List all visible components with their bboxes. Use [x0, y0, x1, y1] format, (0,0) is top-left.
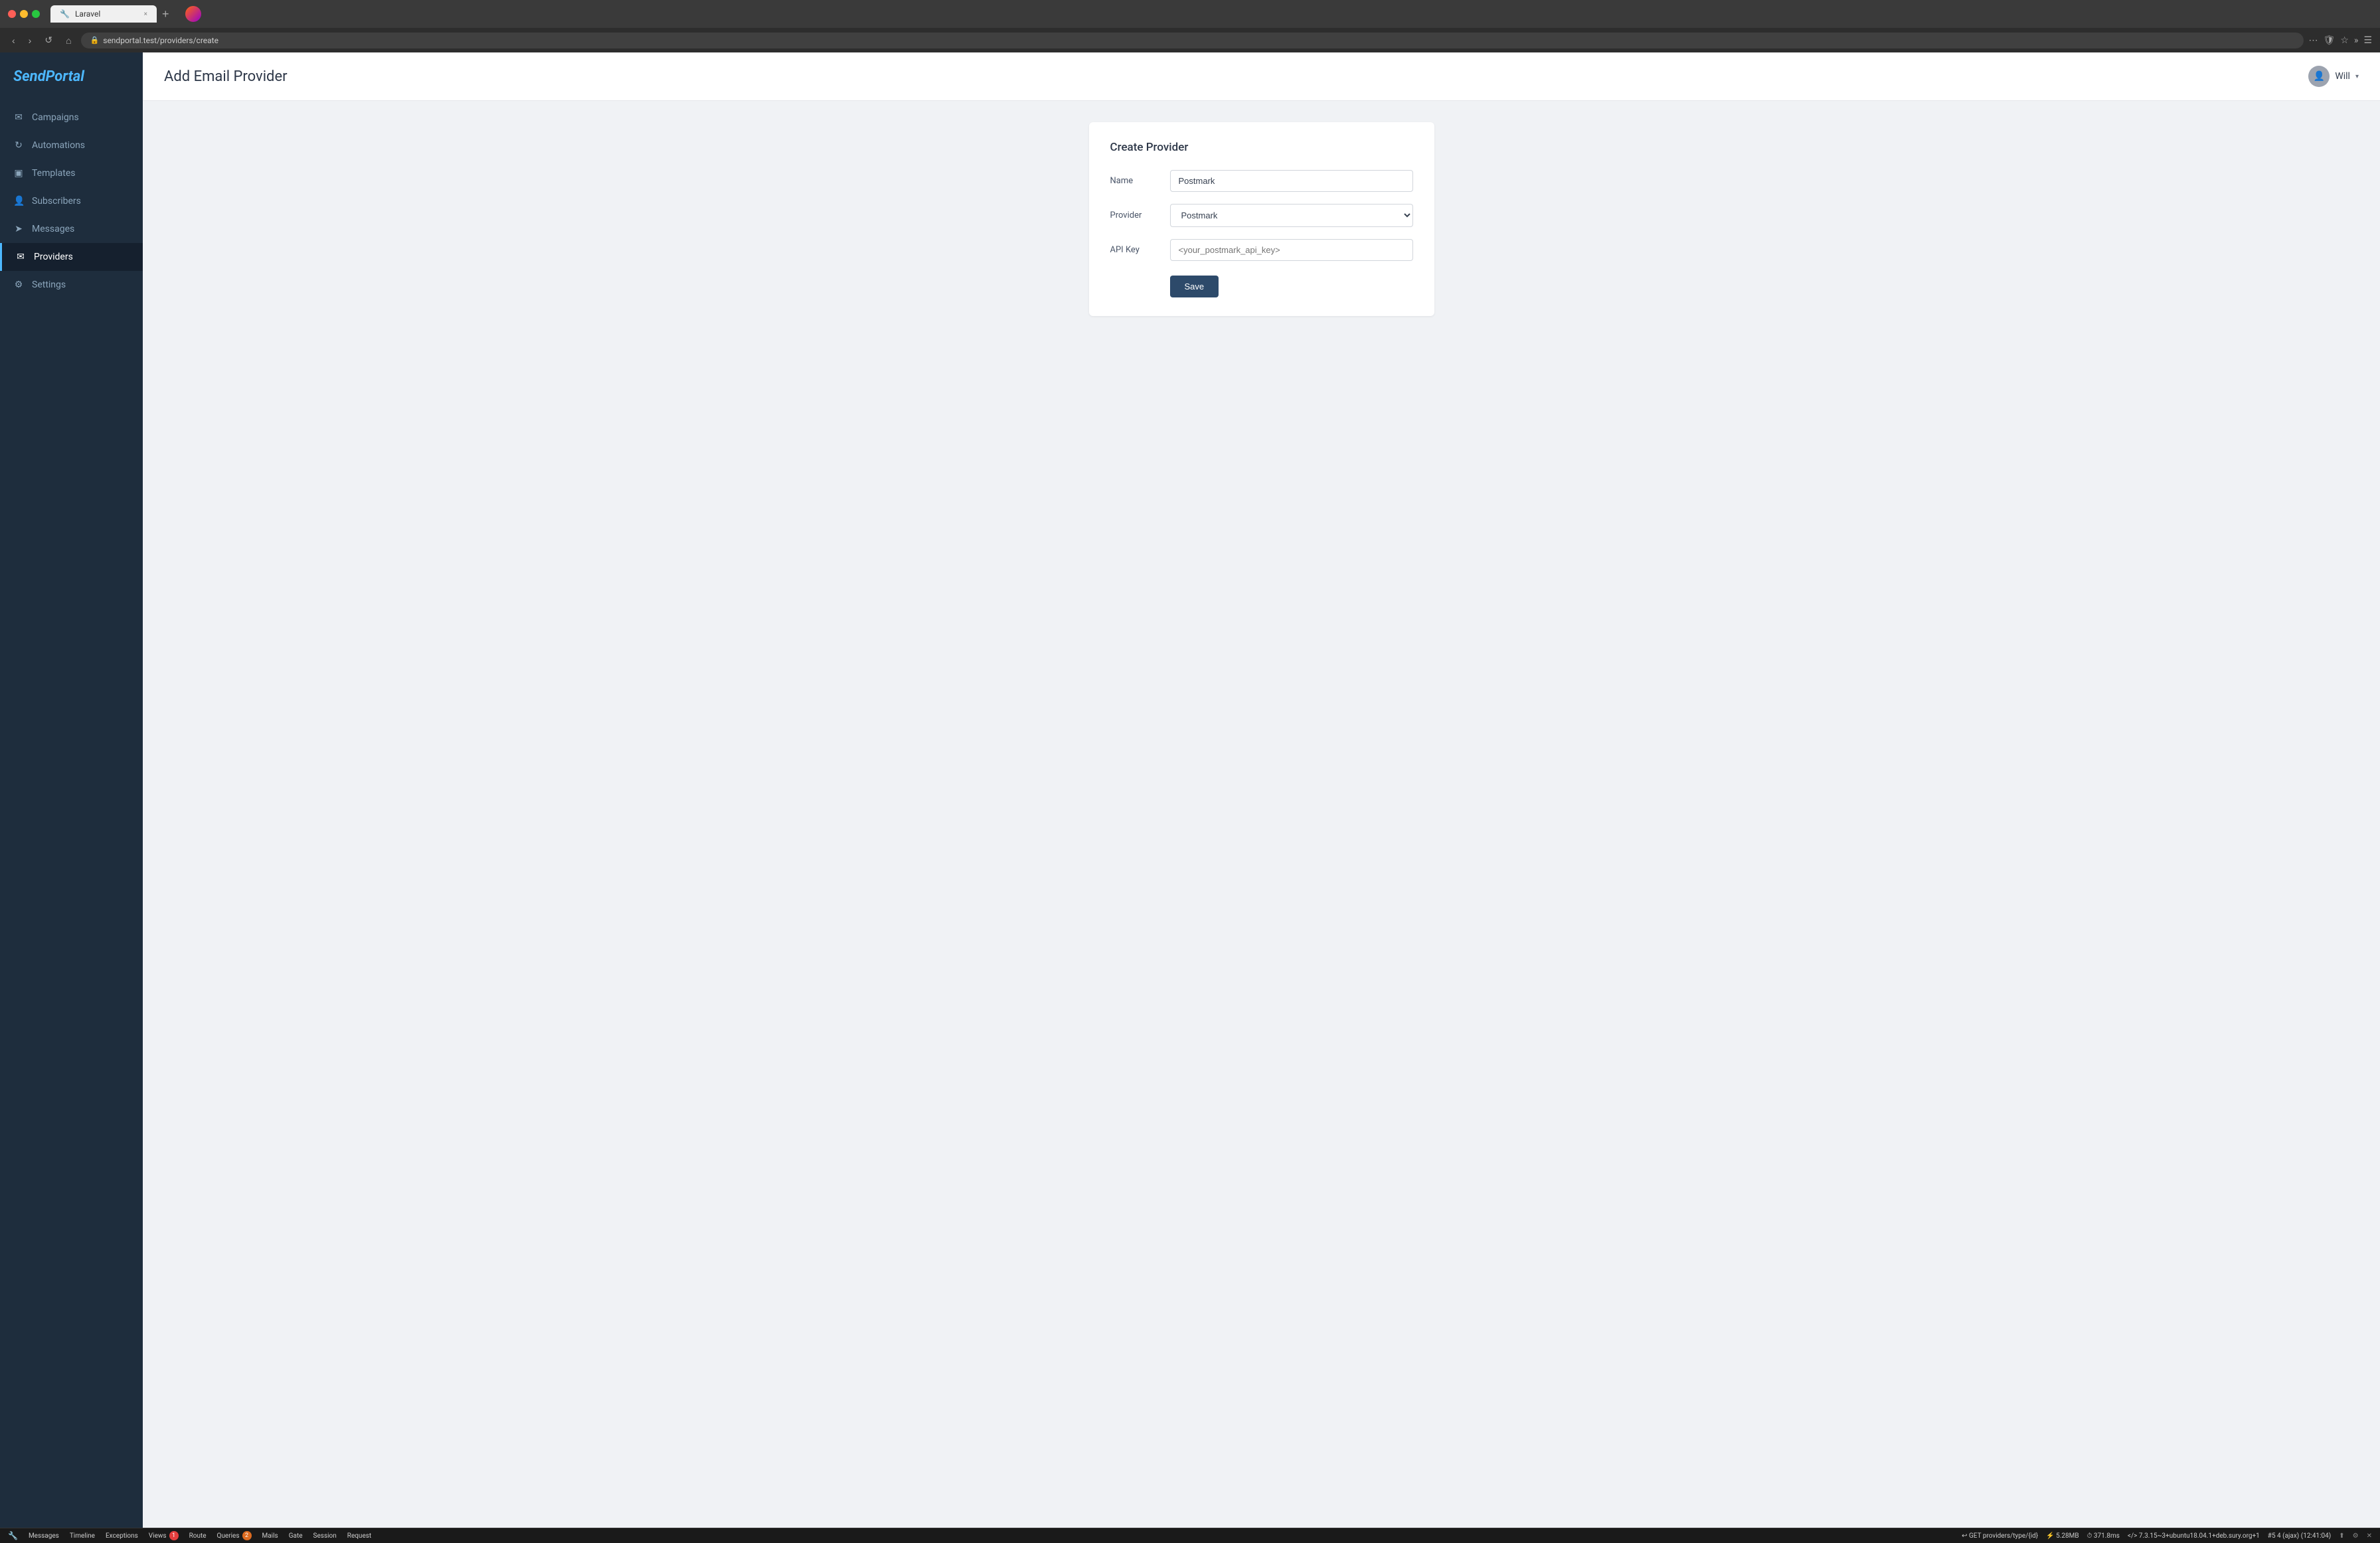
sidebar: SendPortal ✉ Campaigns ↻ Automations ▣ T…: [0, 52, 143, 1528]
app-container: SendPortal ✉ Campaigns ↻ Automations ▣ T…: [0, 52, 2380, 1528]
more-tools-icon[interactable]: ⋯: [2309, 35, 2318, 46]
extensions-icon[interactable]: »: [2354, 35, 2359, 46]
title-bar: 🔧 Laravel × +: [0, 0, 2380, 28]
name-input[interactable]: [1170, 170, 1413, 192]
logo-text: SendPortal: [13, 68, 84, 85]
sidebar-item-automations[interactable]: ↻ Automations: [0, 131, 143, 159]
debug-request[interactable]: Request: [347, 1532, 371, 1540]
sidebar-item-label: Templates: [32, 168, 76, 179]
username: Will: [2335, 71, 2350, 82]
subscribers-icon: 👤: [13, 196, 24, 206]
apikey-field-group: API Key: [1110, 239, 1413, 261]
url-display: sendportal.test/providers/create: [103, 36, 218, 45]
messages-icon: ➤: [13, 224, 24, 234]
forward-button[interactable]: ›: [25, 33, 36, 48]
apikey-label: API Key: [1110, 245, 1170, 255]
card-title: Create Provider: [1110, 141, 1413, 154]
sidebar-item-label: Providers: [34, 252, 73, 262]
sidebar-item-label: Automations: [32, 140, 85, 151]
debug-views[interactable]: Views 1: [149, 1531, 179, 1540]
tab-close-button[interactable]: ×: [144, 11, 147, 18]
debug-exceptions[interactable]: Exceptions: [106, 1532, 138, 1540]
logo: SendPortal: [0, 52, 143, 104]
browser-toolbar-icons: ⋯ 🛡 ☆ » ☰: [2309, 35, 2372, 46]
save-button-row: Save: [1110, 273, 1413, 297]
automations-icon: ↻: [13, 140, 24, 151]
save-button[interactable]: Save: [1170, 276, 1219, 297]
close-button[interactable]: [8, 10, 16, 18]
debug-expand-icon[interactable]: ⬆: [2339, 1532, 2344, 1540]
campaigns-icon: ✉: [13, 112, 24, 123]
new-tab-button[interactable]: +: [157, 7, 175, 21]
tab-favicon: 🔧: [60, 9, 70, 19]
providers-icon: ✉: [15, 252, 26, 262]
home-button[interactable]: ⌂: [62, 33, 75, 48]
sidebar-item-messages[interactable]: ➤ Messages: [0, 215, 143, 243]
debug-route[interactable]: Route: [189, 1532, 207, 1540]
debug-memory: ⚡ 5.28MB: [2046, 1532, 2079, 1540]
address-bar: ‹ › ↺ ⌂ 🔒 sendportal.test/providers/crea…: [0, 28, 2380, 52]
provider-field-group: Provider Postmark Mailgun SES Sendgrid: [1110, 204, 1413, 227]
minimize-button[interactable]: [20, 10, 28, 18]
traffic-lights: [8, 10, 40, 18]
main-header: Add Email Provider 👤 Will ▾: [143, 52, 2380, 101]
sidebar-item-label: Messages: [32, 224, 74, 234]
avatar: 👤: [2308, 66, 2330, 87]
tab-title: Laravel: [75, 9, 100, 19]
debug-bar: 🔧 Messages Timeline Exceptions Views 1 R…: [0, 1528, 2380, 1543]
sidebar-item-providers[interactable]: ✉ Providers: [0, 243, 143, 271]
provider-label: Provider: [1110, 210, 1170, 220]
browser-chrome: 🔧 Laravel × + ‹ › ↺ ⌂ 🔒 sendportal.test/…: [0, 0, 2380, 52]
nav-items: ✉ Campaigns ↻ Automations ▣ Templates 👤 …: [0, 104, 143, 299]
settings-icon: ⚙: [13, 280, 24, 290]
debug-method-route: ↩ GET providers/type/{id}: [1962, 1532, 2038, 1540]
main-content: Add Email Provider 👤 Will ▾ Create Provi…: [143, 52, 2380, 1528]
debug-mails[interactable]: Mails: [262, 1532, 278, 1540]
sidebar-item-templates[interactable]: ▣ Templates: [0, 159, 143, 187]
debug-gate[interactable]: Gate: [289, 1532, 303, 1540]
reload-button[interactable]: ↺: [41, 32, 56, 48]
debug-timeline[interactable]: Timeline: [70, 1532, 95, 1540]
user-menu[interactable]: 👤 Will ▾: [2308, 66, 2359, 87]
security-icon: 🔒: [90, 36, 100, 44]
page-title: Add Email Provider: [164, 68, 288, 85]
back-button[interactable]: ‹: [8, 33, 19, 48]
firefox-icon: [185, 6, 201, 22]
debug-settings-icon[interactable]: ⚙: [2353, 1532, 2359, 1540]
debug-messages[interactable]: Messages: [29, 1532, 59, 1540]
bookmark-icon[interactable]: ☆: [2340, 35, 2349, 46]
sidebar-item-label: Settings: [32, 280, 66, 290]
templates-icon: ▣: [13, 168, 24, 179]
shield-icon[interactable]: 🛡: [2324, 35, 2336, 46]
sidebar-item-subscribers[interactable]: 👤 Subscribers: [0, 187, 143, 215]
debug-queries[interactable]: Queries 2: [217, 1531, 252, 1540]
chevron-down-icon: ▾: [2355, 73, 2359, 80]
name-label: Name: [1110, 176, 1170, 186]
sidebar-item-campaigns[interactable]: ✉ Campaigns: [0, 104, 143, 131]
tab-bar: 🔧 Laravel × +: [45, 5, 180, 23]
main-body: Create Provider Name Provider Postmark M…: [143, 101, 2380, 337]
hamburger-icon[interactable]: ☰: [2363, 35, 2372, 46]
debug-logo: 🔧: [8, 1531, 18, 1540]
sidebar-item-label: Subscribers: [32, 196, 81, 206]
sidebar-item-label: Campaigns: [32, 112, 79, 123]
name-field-group: Name: [1110, 170, 1413, 192]
browser-tab[interactable]: 🔧 Laravel ×: [50, 5, 157, 23]
maximize-button[interactable]: [32, 10, 40, 18]
sidebar-item-settings[interactable]: ⚙ Settings: [0, 271, 143, 299]
debug-session[interactable]: Session: [313, 1532, 337, 1540]
debug-count: #5 4 (ajax) (12:41:04): [2268, 1532, 2331, 1540]
apikey-input[interactable]: [1170, 239, 1413, 261]
queries-badge: 2: [242, 1531, 252, 1540]
debug-right: ↩ GET providers/type/{id} ⚡ 5.28MB ⏱ 371…: [1962, 1532, 2372, 1540]
views-badge: 1: [169, 1531, 179, 1540]
address-input-container[interactable]: 🔒 sendportal.test/providers/create: [81, 33, 2304, 48]
debug-close-icon[interactable]: ✕: [2367, 1532, 2372, 1540]
debug-php: </> 7.3.15~3+ubuntu18.04.1+deb.sury.org+…: [2128, 1532, 2260, 1540]
create-provider-card: Create Provider Name Provider Postmark M…: [1089, 122, 1434, 316]
toolbar-icons: [185, 6, 201, 22]
provider-select[interactable]: Postmark Mailgun SES Sendgrid: [1170, 204, 1413, 227]
debug-time: ⏱ 371.8ms: [2087, 1532, 2120, 1540]
